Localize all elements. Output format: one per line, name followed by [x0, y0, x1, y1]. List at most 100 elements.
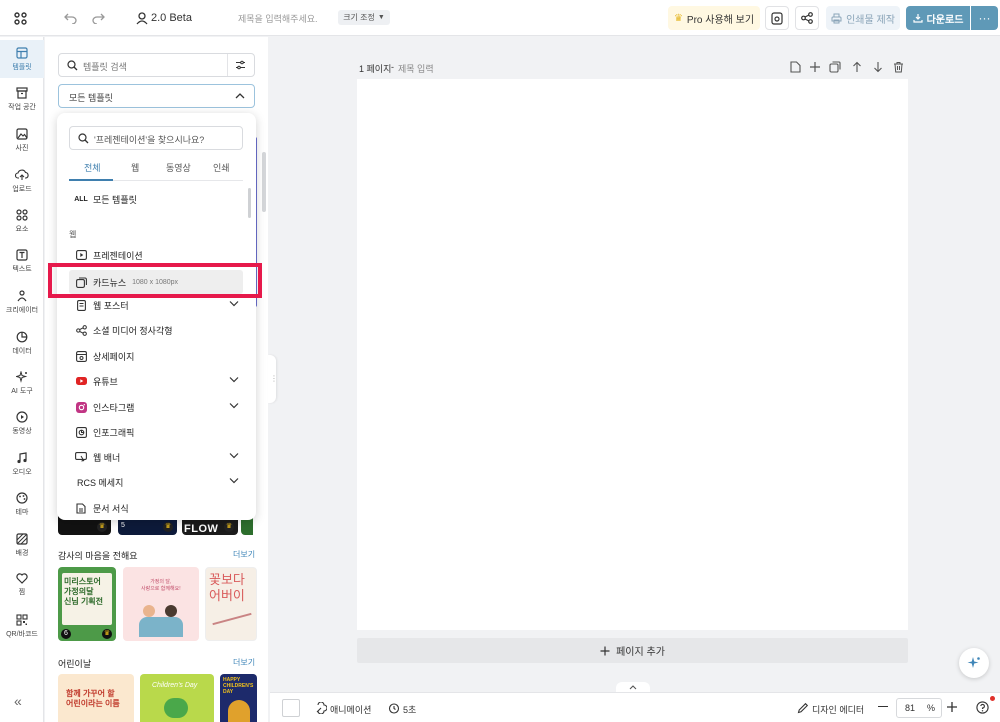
- notification-dot: [990, 696, 995, 701]
- template-thumb[interactable]: 미리스토어 가정의달 신님 기획전 6 ♛: [58, 567, 116, 641]
- rail-item-templates[interactable]: 템플릿: [0, 40, 44, 78]
- tab-web[interactable]: 웹: [131, 161, 139, 174]
- rail-item-workspace[interactable]: 작업 공간: [0, 80, 44, 118]
- pen-icon: [797, 702, 809, 714]
- save-history-button[interactable]: [765, 6, 789, 30]
- add-icon[interactable]: [809, 61, 821, 73]
- thumb-text: Children's Day: [152, 682, 198, 689]
- new-page-icon[interactable]: [790, 61, 801, 73]
- panel-scrollbar[interactable]: [262, 152, 266, 212]
- zoom-in-icon[interactable]: [946, 701, 958, 713]
- category-item-document-form[interactable]: 문서 서식: [69, 497, 243, 519]
- rail-item-data[interactable]: 데이터: [0, 324, 44, 362]
- rail-item-ai-tools[interactable]: AI 도구: [0, 364, 44, 402]
- rail-label: QR/바코드: [6, 630, 38, 638]
- resize-button[interactable]: 크기 조정 ▼: [338, 10, 390, 25]
- collapse-rail-icon[interactable]: «: [14, 693, 22, 709]
- chevron-down-icon[interactable]: [229, 300, 239, 307]
- template-search-input[interactable]: 템플릿 검색: [58, 53, 255, 77]
- thumb-text: 가정의 달, 사랑으로 함께해요!: [141, 579, 181, 592]
- template-thumb[interactable]: 가정의 달, 사랑으로 함께해요!: [123, 567, 199, 641]
- design-page-canvas[interactable]: [357, 79, 908, 630]
- zoom-input[interactable]: 81 %: [896, 698, 942, 718]
- move-up-icon[interactable]: [852, 61, 862, 73]
- tab-all[interactable]: 전체: [84, 161, 101, 174]
- tab-video[interactable]: 동영상: [166, 161, 191, 174]
- rail-item-video[interactable]: 동영상: [0, 404, 44, 442]
- creator-icon: [17, 289, 27, 301]
- page-title-input[interactable]: 제목 입력: [398, 62, 434, 75]
- page-color-swatch[interactable]: [282, 699, 300, 717]
- pro-trial-button[interactable]: ♛ Pro 사용해 보기: [668, 6, 760, 30]
- sparkle-icon: [16, 370, 28, 383]
- filter-icon[interactable]: [235, 60, 246, 70]
- trash-icon[interactable]: [893, 61, 904, 73]
- category-item-all-templates[interactable]: ALL 모든 템플릿: [69, 188, 243, 210]
- more-options-button[interactable]: ···: [971, 6, 998, 30]
- category-item-detail-page[interactable]: 상세페이지: [69, 345, 243, 367]
- animation-button[interactable]: 애니메이션: [330, 703, 371, 716]
- play-circle-icon: [16, 410, 28, 423]
- download-button[interactable]: 다운로드: [906, 6, 970, 30]
- apps-grid-icon[interactable]: [12, 10, 28, 26]
- animation-icon: [315, 702, 327, 714]
- category-search-input[interactable]: '프레젠테이션'을 찾으시나요?: [69, 126, 243, 150]
- rail-item-text[interactable]: 텍스트: [0, 242, 44, 280]
- rail-item-favorites[interactable]: 찜: [0, 566, 44, 604]
- drag-handle-icon: ⋮: [270, 374, 278, 383]
- template-category-select[interactable]: 모든 템플릿: [58, 84, 255, 108]
- template-thumb[interactable]: 꽃보다 어버이: [205, 567, 257, 641]
- chevron-down-icon[interactable]: [229, 402, 239, 409]
- category-item-infographic[interactable]: 인포그래픽: [69, 421, 243, 443]
- redo-icon[interactable]: [90, 10, 106, 26]
- template-thumb[interactable]: Children's Day: [140, 674, 214, 722]
- detail-page-icon: [69, 350, 93, 362]
- template-icon: [16, 46, 28, 59]
- category-item-web-banner[interactable]: 웹 배너: [69, 446, 243, 468]
- help-icon[interactable]: [976, 701, 989, 714]
- highlight-box: [48, 263, 262, 298]
- rail-item-upload[interactable]: 업로드: [0, 162, 44, 200]
- template-thumb[interactable]: HAPPY CHILDREN'S DAY: [220, 674, 257, 722]
- duration-button[interactable]: 5초: [403, 703, 416, 716]
- template-thumb[interactable]: 함께 가꾸어 할 어린이라는 이름: [58, 674, 134, 722]
- category-item-youtube[interactable]: 유튜브: [69, 370, 243, 392]
- rail-item-theme[interactable]: 테마: [0, 485, 44, 523]
- category-label: RCS 메세지: [77, 477, 124, 488]
- category-item-instagram[interactable]: 인스타그램: [69, 396, 243, 418]
- rail-label: 데이터: [12, 347, 32, 355]
- download-label: 다운로드: [926, 14, 964, 26]
- copy-page-icon[interactable]: [829, 61, 841, 73]
- rail-item-creator[interactable]: 크리에이터: [0, 283, 44, 321]
- category-item-social-square[interactable]: 소셜 미디어 정사각형: [69, 319, 243, 341]
- infographic-icon: [69, 426, 93, 438]
- share-button[interactable]: [795, 6, 819, 30]
- undo-icon[interactable]: [62, 10, 78, 26]
- rail-item-audio[interactable]: 오디오: [0, 445, 44, 483]
- rail-item-photos[interactable]: 사진: [0, 121, 44, 159]
- rail-label: 배경: [15, 549, 29, 557]
- add-page-label: 페이지 추가: [616, 647, 665, 658]
- chevron-down-icon[interactable]: [229, 477, 239, 484]
- move-down-icon[interactable]: [873, 61, 883, 73]
- section-more-link[interactable]: 더보기: [233, 657, 255, 668]
- panel-resize-handle[interactable]: ⋮: [268, 355, 278, 403]
- category-item-rcs-message[interactable]: RCS 메세지: [69, 471, 243, 493]
- print-order-button[interactable]: 인쇄물 제작: [826, 6, 900, 30]
- chevron-down-icon[interactable]: [229, 452, 239, 459]
- ai-assistant-button[interactable]: [959, 648, 989, 678]
- rail-item-background[interactable]: 배경: [0, 526, 44, 564]
- rail-item-qr-barcode[interactable]: QR/바코드: [0, 607, 44, 645]
- dropdown-scrollbar[interactable]: [248, 188, 251, 218]
- rail-item-elements[interactable]: 요소: [0, 202, 44, 240]
- chevron-down-icon[interactable]: [229, 376, 239, 383]
- zoom-out-icon[interactable]: [878, 706, 888, 708]
- section-more-link[interactable]: 더보기: [233, 549, 255, 560]
- palette-icon: [16, 491, 28, 504]
- category-label: 소셜 미디어 정사각형: [93, 325, 173, 336]
- title-input[interactable]: 제목을 입력해주세요.: [238, 12, 318, 25]
- rail-label: 작업 공간: [8, 103, 36, 111]
- add-page-button[interactable]: 페이지 추가: [357, 638, 908, 663]
- tab-print[interactable]: 인쇄: [213, 161, 230, 174]
- design-editor-button[interactable]: 디자인 에디터: [812, 703, 864, 716]
